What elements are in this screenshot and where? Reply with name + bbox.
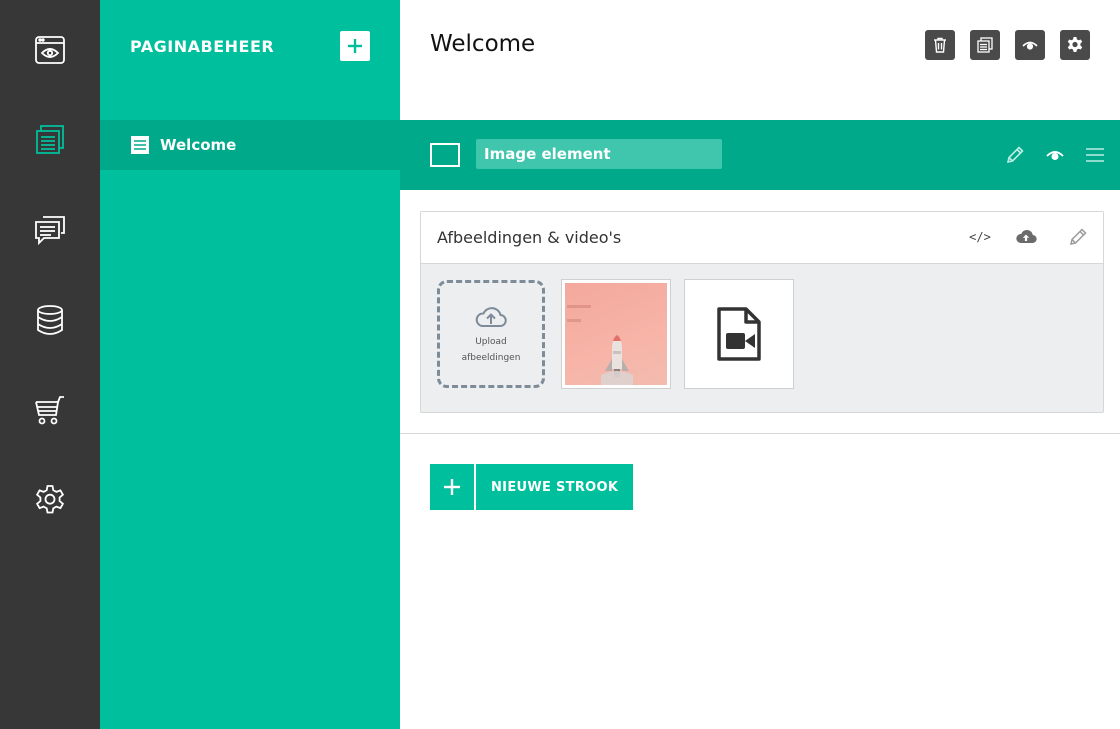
element-toolbar bbox=[400, 120, 1120, 190]
video-file-icon bbox=[717, 307, 761, 361]
media-panel-title: Afbeeldingen & video's bbox=[437, 228, 622, 247]
code-icon: </> bbox=[969, 230, 991, 244]
media-panel: Afbeeldingen & video's </> Upload afbeel… bbox=[420, 211, 1104, 413]
upload-images-dropzone[interactable]: Upload afbeeldingen bbox=[437, 280, 545, 388]
trash-icon bbox=[934, 37, 946, 53]
database-icon bbox=[37, 305, 63, 335]
cloud-upload-icon bbox=[475, 307, 507, 327]
delete-page-button[interactable] bbox=[925, 30, 955, 60]
nav-pages[interactable] bbox=[0, 110, 100, 170]
pencil-icon bbox=[1006, 146, 1024, 164]
upload-label-line2: afbeeldingen bbox=[461, 353, 521, 363]
edit-media-button[interactable] bbox=[1065, 225, 1091, 249]
cart-icon bbox=[35, 396, 64, 425]
preview-page-button[interactable] bbox=[1015, 30, 1045, 60]
media-item-image[interactable] bbox=[561, 279, 671, 389]
nav-database[interactable] bbox=[0, 290, 100, 350]
main-nav-rail bbox=[0, 0, 100, 729]
upload-media-button[interactable] bbox=[1013, 225, 1039, 249]
gear-icon bbox=[1067, 37, 1083, 52]
new-row-plus bbox=[430, 464, 476, 510]
eye-icon bbox=[1046, 151, 1064, 160]
sidebar-item-label: Welcome bbox=[160, 136, 237, 154]
pages-icon bbox=[36, 125, 64, 154]
duplicate-icon bbox=[977, 37, 993, 53]
media-panel-header: Afbeeldingen & video's </> bbox=[421, 212, 1103, 264]
edit-element-button[interactable] bbox=[1003, 143, 1027, 167]
plus-icon bbox=[444, 479, 460, 495]
duplicate-page-button[interactable] bbox=[970, 30, 1000, 60]
sidebar-item-welcome[interactable]: Welcome bbox=[100, 120, 400, 170]
element-menu-button[interactable] bbox=[1083, 143, 1107, 167]
rocket-image bbox=[565, 283, 667, 385]
browser-eye-icon bbox=[35, 36, 65, 64]
upload-label-line1: Upload bbox=[475, 337, 507, 347]
page-sidebar: PAGINABEHEER Welcome bbox=[100, 0, 400, 729]
chat-icon bbox=[35, 216, 65, 246]
nav-preview[interactable] bbox=[0, 20, 100, 80]
embed-code-button[interactable]: </> bbox=[967, 225, 993, 249]
element-content-area: Afbeeldingen & video's </> Upload afbeel… bbox=[400, 190, 1120, 434]
page-settings-button[interactable] bbox=[1060, 30, 1090, 60]
page-title: Welcome bbox=[430, 31, 536, 57]
eye-icon bbox=[1022, 41, 1038, 50]
menu-icon bbox=[1086, 148, 1104, 162]
new-row-label: NIEUWE STROOK bbox=[476, 464, 634, 510]
pencil-icon bbox=[1070, 228, 1087, 245]
nav-messages[interactable] bbox=[0, 200, 100, 260]
plus-icon bbox=[348, 39, 362, 53]
gear-icon bbox=[35, 485, 65, 514]
nav-settings[interactable] bbox=[0, 470, 100, 530]
element-name-input[interactable] bbox=[476, 139, 722, 169]
sidebar-title: PAGINABEHEER bbox=[130, 37, 275, 56]
add-page-button[interactable] bbox=[340, 31, 370, 61]
new-row-button[interactable]: NIEUWE STROOK bbox=[430, 464, 634, 510]
media-item-video[interactable] bbox=[684, 279, 794, 389]
toggle-visibility-button[interactable] bbox=[1043, 143, 1067, 167]
element-select-checkbox[interactable] bbox=[430, 143, 460, 167]
cloud-upload-icon bbox=[1016, 229, 1037, 244]
nav-shop[interactable] bbox=[0, 380, 100, 440]
page-lines-icon bbox=[131, 136, 149, 154]
